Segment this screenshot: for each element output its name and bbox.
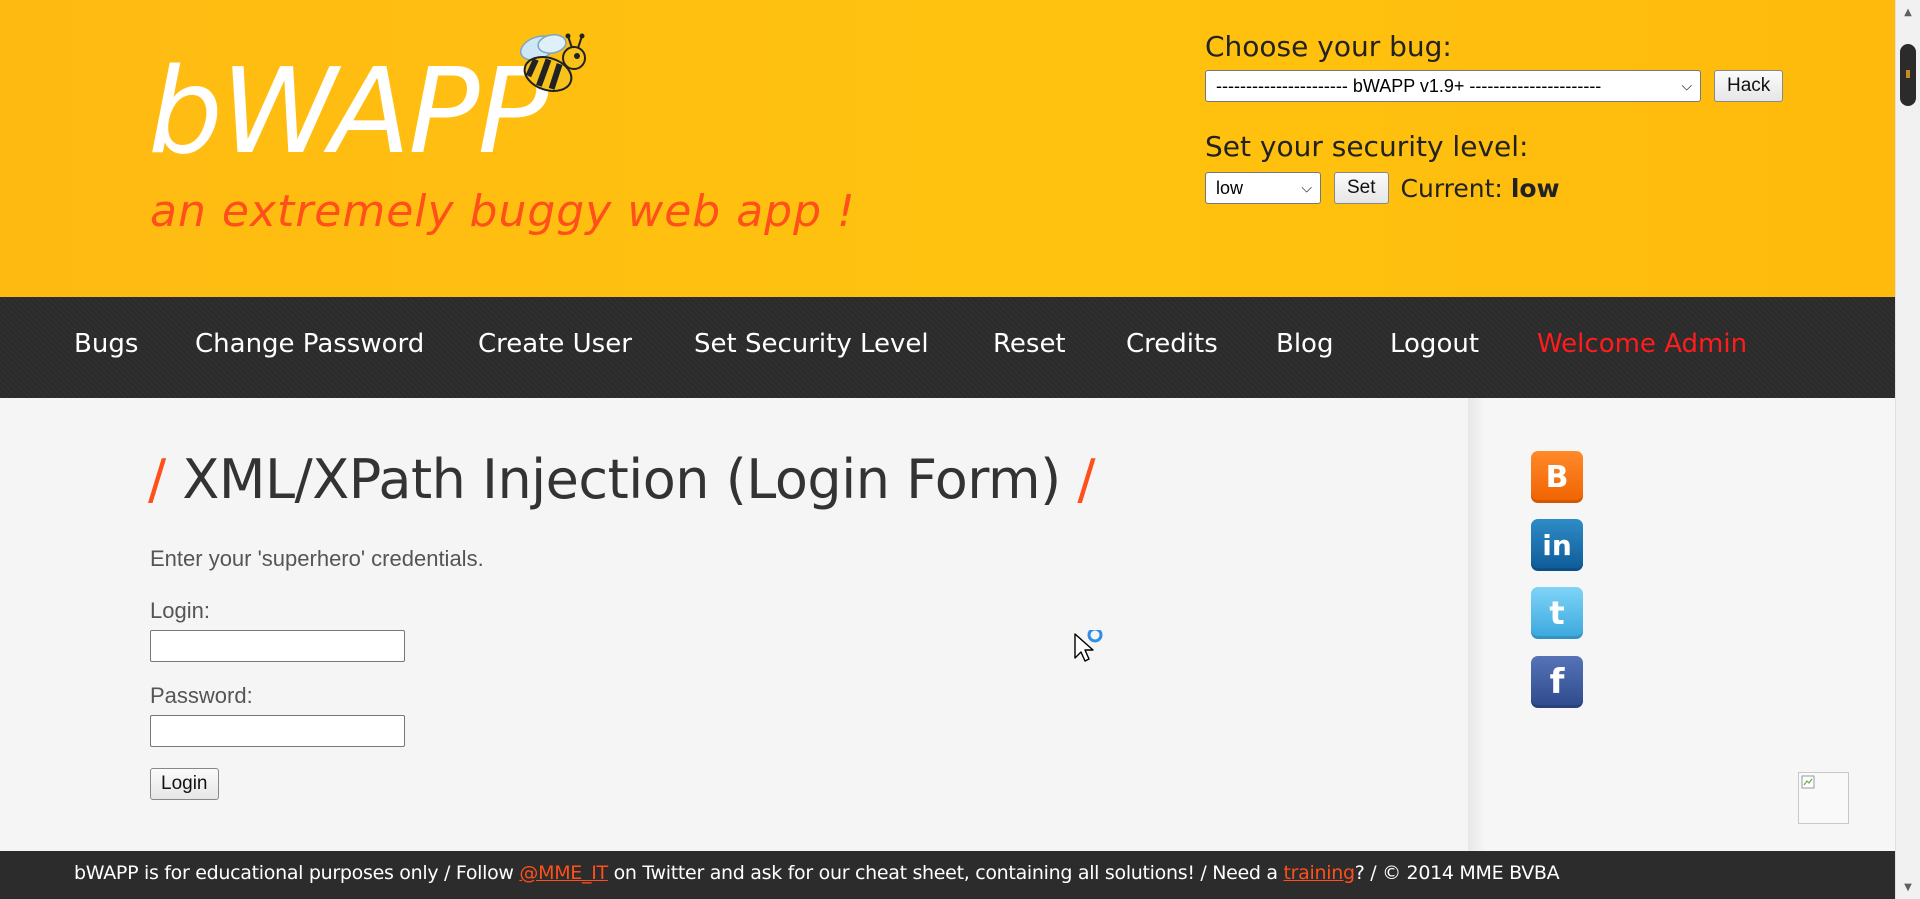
security-level-label: Set your security level: (1205, 130, 1529, 163)
title-slash-right: / (1077, 448, 1096, 511)
nav-blog[interactable]: Blog (1276, 329, 1333, 359)
nav-welcome-admin[interactable]: Welcome Admin (1537, 329, 1747, 359)
login-button[interactable]: Login (150, 768, 219, 800)
facebook-icon[interactable]: f (1531, 656, 1583, 708)
current-level: Current: low (1401, 174, 1560, 203)
bwapp-logo[interactable]: bWAPP (148, 52, 549, 170)
facebook-glyph: f (1549, 662, 1565, 702)
security-row: low ⌵ Set Current: low (1205, 172, 1783, 204)
training-link[interactable]: training (1284, 862, 1356, 884)
footer: bWAPP is for educational purposes only /… (0, 851, 1895, 899)
nav-create-user[interactable]: Create User (478, 329, 632, 359)
security-select[interactable]: low ⌵ (1205, 172, 1321, 204)
linkedin-icon[interactable]: in (1531, 519, 1583, 571)
twitter-icon[interactable]: t (1531, 587, 1583, 639)
footer-part3: ? / © 2014 MME BVBA (1354, 862, 1560, 884)
login-input[interactable] (150, 630, 405, 662)
hack-button[interactable]: Hack (1714, 70, 1784, 102)
current-value: low (1510, 173, 1560, 203)
tagline: an extremely buggy web app ! (150, 186, 856, 237)
nav-change-password[interactable]: Change Password (195, 329, 424, 359)
nav-set-security-level[interactable]: Set Security Level (694, 329, 929, 359)
bug-row: ---------------------- bWAPP v1.9+ -----… (1205, 70, 1784, 102)
loading-cursor-icon (1074, 630, 1103, 662)
intro-text: Enter your 'superhero' credentials. (150, 546, 484, 571)
scrollbar-thumb[interactable] (1900, 44, 1916, 106)
chevron-down-icon: ⌵ (1301, 179, 1312, 196)
page-title: / XML/XPath Injection (Login Form) / (148, 448, 1096, 511)
footer-part1: bWAPP is for educational purposes only /… (74, 862, 520, 884)
choose-bug-label: Choose your bug: (1205, 30, 1452, 63)
scrollbar-grip (1906, 70, 1910, 78)
login-label: Login: (150, 598, 210, 623)
sidebar-divider (1468, 398, 1484, 851)
chevron-down-icon: ⌵ (1681, 77, 1692, 94)
footer-part2: on Twitter and ask for our cheat sheet, … (607, 862, 1284, 884)
scroll-up-arrow-icon[interactable]: ▲ (1896, 2, 1920, 22)
linkedin-glyph: in (1542, 528, 1572, 562)
nav-bugs[interactable]: Bugs (74, 329, 138, 359)
twitter-link[interactable]: @MME_IT (519, 862, 608, 884)
nav-logout[interactable]: Logout (1390, 329, 1479, 359)
bug-select-value: ---------------------- bWAPP v1.9+ -----… (1216, 75, 1602, 96)
main-nav: Bugs Change Password Create User Set Sec… (0, 297, 1895, 398)
current-label: Current: (1400, 173, 1503, 203)
nav-reset[interactable]: Reset (993, 329, 1066, 359)
control-panel: Choose your bug: ---------------------- … (1205, 28, 1784, 204)
password-input[interactable] (150, 715, 405, 747)
footer-text: bWAPP is for educational purposes only /… (74, 862, 1560, 884)
page: bWAPP an extremely buggy web app ! Choos… (0, 0, 1920, 899)
header: bWAPP an extremely buggy web app ! Choos… (0, 0, 1895, 297)
broken-image-icon (1801, 775, 1815, 789)
broken-image (1798, 772, 1849, 824)
bug-select[interactable]: ---------------------- bWAPP v1.9+ -----… (1205, 70, 1701, 102)
blogger-icon[interactable]: B (1531, 451, 1583, 503)
nav-credits[interactable]: Credits (1126, 329, 1218, 359)
password-label: Password: (150, 683, 253, 708)
vertical-scrollbar[interactable]: ▲ ▼ (1895, 0, 1920, 899)
bee-icon (519, 33, 586, 92)
page-title-text: XML/XPath Injection (Login Form) (182, 448, 1061, 511)
scroll-down-arrow-icon[interactable]: ▼ (1896, 877, 1920, 897)
set-button[interactable]: Set (1334, 172, 1389, 204)
title-slash-left: / (148, 448, 166, 511)
blogger-glyph: B (1545, 459, 1569, 495)
twitter-glyph: t (1549, 594, 1565, 632)
security-select-value: low (1216, 177, 1244, 198)
